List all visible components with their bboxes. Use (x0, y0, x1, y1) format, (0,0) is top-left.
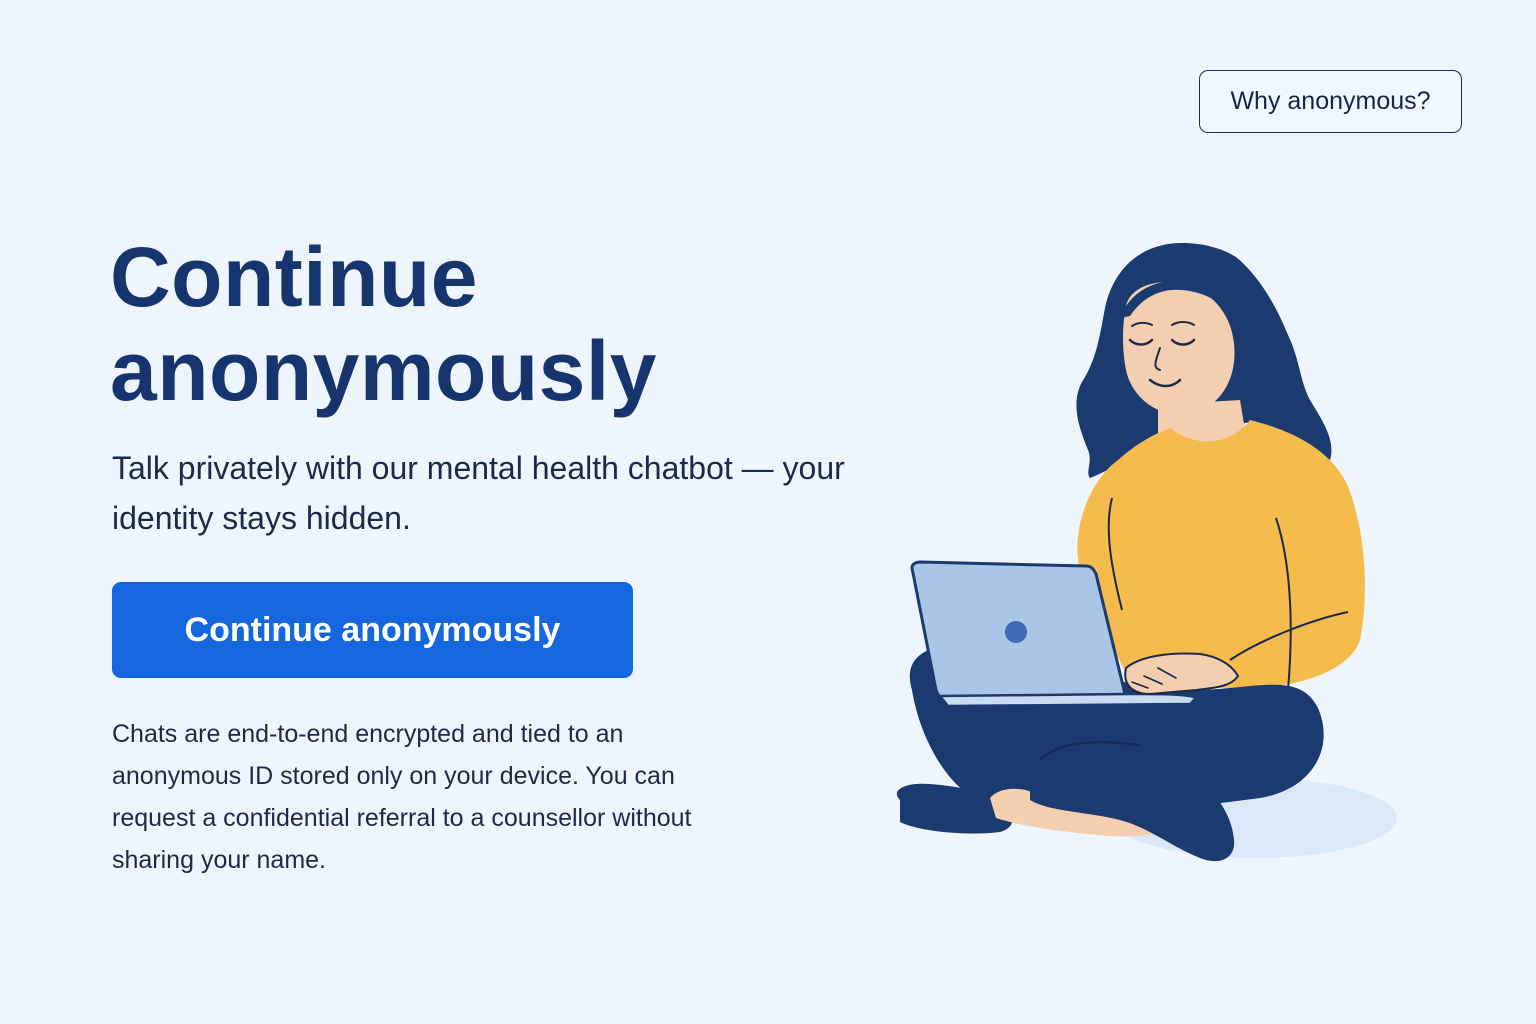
continue-anonymously-button[interactable]: Continue anonymously (112, 582, 633, 678)
sweater (1077, 420, 1365, 689)
why-anonymous-button[interactable]: Why anonymous? (1199, 70, 1462, 133)
page-title: Continue anonymously (110, 230, 657, 418)
hands (1124, 652, 1240, 696)
laptop-logo (1005, 621, 1027, 643)
privacy-note: Chats are end-to-end encrypted and tied … (112, 720, 692, 874)
person-with-laptop-illustration (896, 243, 1397, 862)
page-subtitle: Talk privately with our mental health ch… (112, 450, 845, 536)
laptop-base (938, 692, 1198, 708)
